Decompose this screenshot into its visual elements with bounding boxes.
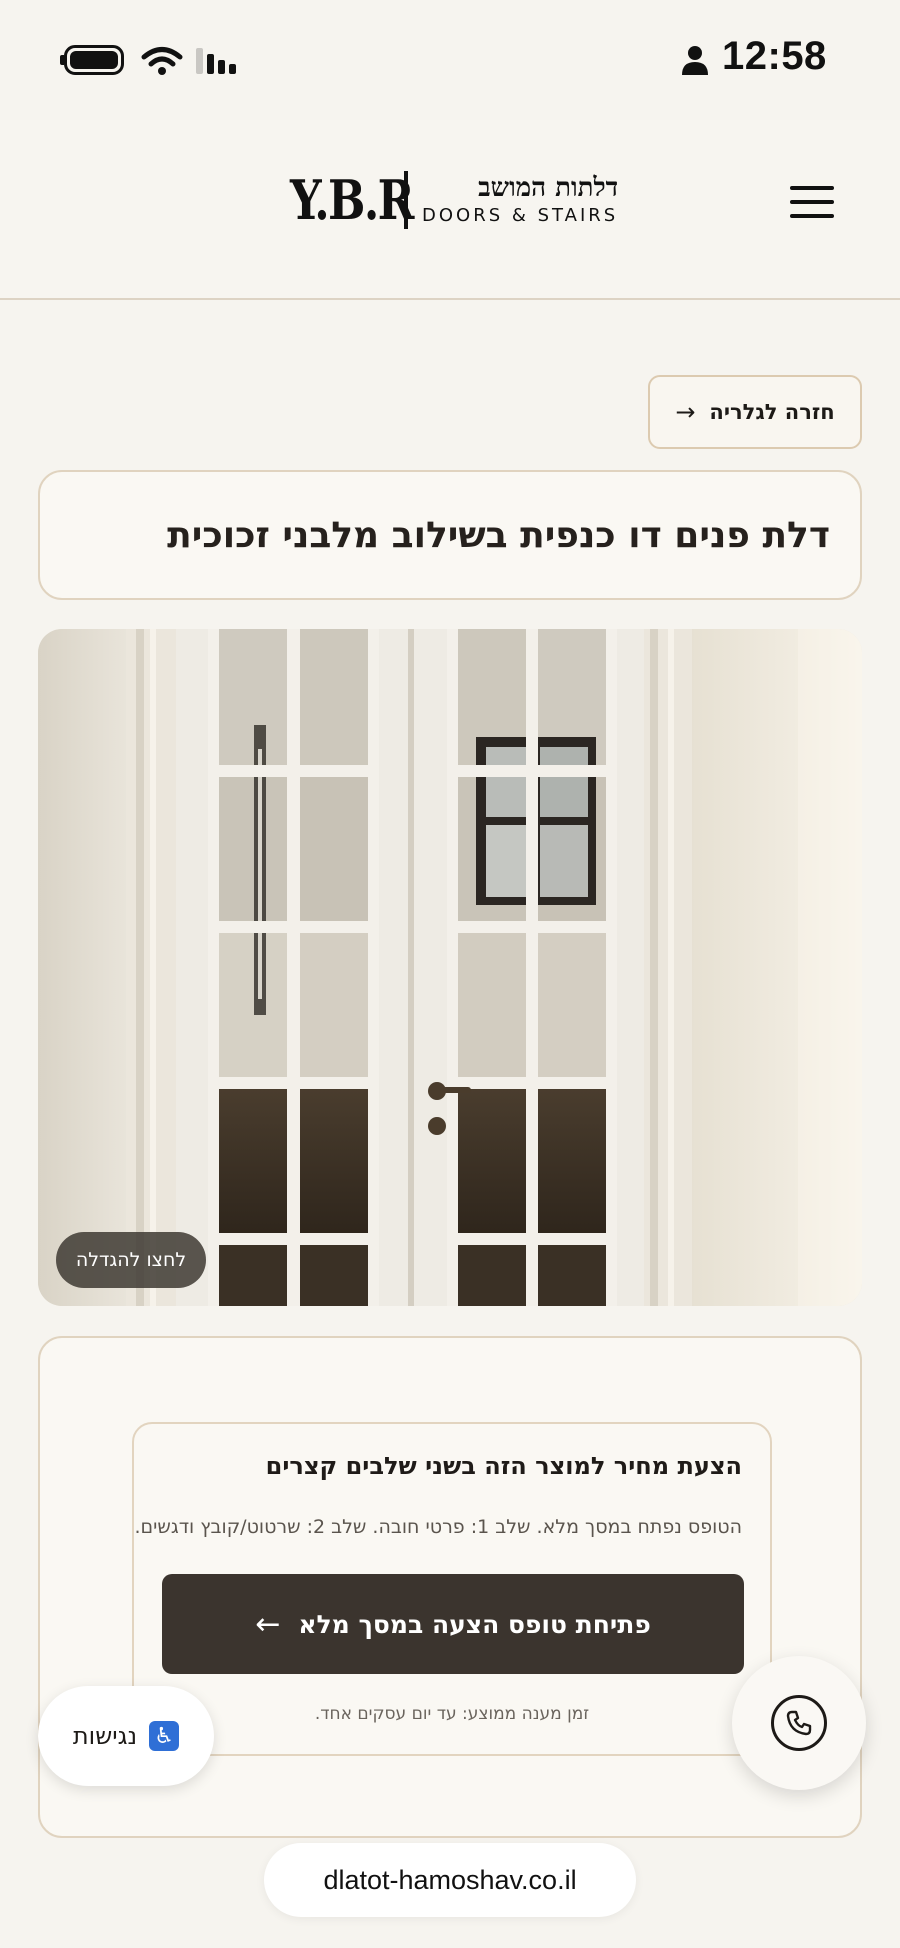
product-title-card: דלת פנים דו כנפית בשילוב מלבני זכוכית <box>38 470 862 600</box>
accessibility-button[interactable]: ♿ נגישות <box>38 1686 214 1786</box>
back-to-gallery-button[interactable]: חזרה לגלריה → <box>648 375 862 449</box>
response-time-note: זמן מענה ממוצע: עד יום עסקים אחד. <box>314 1704 590 1724</box>
wifi-icon <box>141 47 183 75</box>
logo-latin: DOORS & STAIRS <box>422 205 619 226</box>
product-title: דלת פנים דו כנפית בשילוב מלבני זכוכית <box>167 514 830 556</box>
phone-icon <box>771 1695 827 1751</box>
hamburger-menu-icon[interactable] <box>786 180 838 224</box>
double-door-illustration <box>38 629 862 1306</box>
back-to-gallery-label: חזרה לגלריה <box>709 400 835 424</box>
zoom-hint[interactable]: לחצו להגדלה <box>56 1232 206 1288</box>
quote-title: הצעת מחיר למוצר הזה בשני שלבים קצרים <box>265 1452 742 1480</box>
status-time: 12:58 <box>722 34 827 78</box>
phone-call-button[interactable] <box>732 1656 866 1790</box>
battery-icon <box>64 45 124 75</box>
quote-description: הטופס נפתח במסך מלא. שלב 1: פרטי חובה. ש… <box>134 1516 743 1538</box>
site-header: Y.B.R דלתות המושב DOORS & STAIRS <box>0 120 900 300</box>
open-quote-form-button[interactable]: פתיחת טופס הצעה במסך מלא ← <box>162 1574 744 1674</box>
logo-text: דלתות המושב DOORS & STAIRS <box>422 175 618 225</box>
logo[interactable]: Y.B.R דלתות המושב DOORS & STAIRS <box>290 168 618 232</box>
arrow-right-icon: → <box>675 398 696 426</box>
accessibility-icon: ♿ <box>149 1721 180 1751</box>
page: 12:58 Y.B.R דלתות המושב DOORS & STAIRS ח… <box>0 0 900 1948</box>
quote-card: הצעת מחיר למוצר הזה בשני שלבים קצרים הטו… <box>132 1422 772 1756</box>
open-quote-form-label: פתיחת טופס הצעה במסך מלא <box>298 1609 651 1639</box>
battery-nub <box>60 55 64 65</box>
status-bar: 12:58 <box>0 0 900 120</box>
signal-icon <box>196 48 236 74</box>
arrow-left-icon: ← <box>255 1606 281 1642</box>
person-icon <box>682 46 708 75</box>
product-image[interactable] <box>38 629 862 1306</box>
logo-mark: Y.B.R <box>290 168 414 232</box>
logo-hebrew: דלתות המושב <box>478 173 619 203</box>
browser-url-bar[interactable]: dlatot-hamoshav.co.il <box>264 1843 636 1917</box>
accessibility-label: נגישות <box>72 1722 138 1750</box>
